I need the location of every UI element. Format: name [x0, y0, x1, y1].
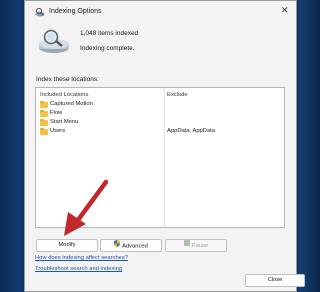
- pause-label: Pause: [191, 243, 209, 250]
- list-item[interactable]: Flow: [40, 110, 280, 119]
- list-item[interactable]: Users AppData; AppData: [40, 128, 280, 137]
- list-item[interactable]: Start Menu: [40, 119, 280, 128]
- pause-icon: [184, 240, 190, 251]
- window-title: Indexing Options: [49, 8, 102, 15]
- title-bar: Indexing Options ✕: [25, 1, 296, 23]
- troubleshoot-search-link[interactable]: Troubleshoot search and indexing: [35, 266, 122, 272]
- annotation-arrow-icon: [60, 178, 112, 242]
- advanced-label: Advanced: [122, 243, 148, 250]
- location-name: Captured Motion: [50, 101, 93, 107]
- pause-button[interactable]: Pause: [165, 239, 227, 252]
- location-name: Flow: [50, 110, 63, 116]
- shield-icon: [114, 240, 121, 252]
- close-icon[interactable]: ✕: [281, 6, 289, 15]
- folder-icon: [40, 128, 48, 135]
- indexing-options-window: Indexing Options ✕ 1,048 items indexed I…: [24, 0, 305, 292]
- list-item[interactable]: Captured Motion: [40, 101, 280, 110]
- included-locations-header[interactable]: Included Locations: [40, 92, 88, 98]
- items-indexed-count: 1,048 items indexed: [80, 30, 139, 37]
- indexing-options-icon: [35, 7, 45, 19]
- location-name: Users: [50, 128, 66, 134]
- folder-icon: [40, 101, 48, 108]
- folder-icon: [40, 119, 48, 126]
- how-indexing-affects-searches-link[interactable]: How does indexing affect searches?: [35, 255, 128, 261]
- modify-label: Modify: [58, 242, 76, 248]
- close-button[interactable]: Close: [245, 274, 305, 287]
- location-name: Start Menu: [50, 119, 79, 125]
- locations-heading: Index these locations:: [36, 76, 99, 83]
- exclude-value: AppData; AppData: [167, 128, 216, 134]
- indexing-status: Indexing complete.: [80, 45, 135, 52]
- folder-icon: [40, 110, 48, 117]
- exclude-header[interactable]: Exclude: [167, 92, 188, 98]
- close-label: Close: [267, 277, 283, 283]
- magnifier-drive-icon: [37, 29, 71, 57]
